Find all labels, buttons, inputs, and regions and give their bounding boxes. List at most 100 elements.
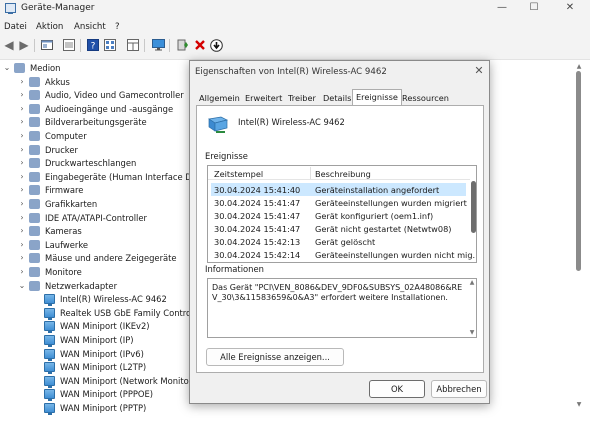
network-adapter-item[interactable]: WAN Miniport (PPPOE) bbox=[0, 388, 196, 402]
events-scrollbar[interactable] bbox=[470, 167, 476, 262]
scrollbar-thumb[interactable] bbox=[576, 71, 581, 271]
menu-ansicht[interactable]: Ansicht bbox=[74, 22, 106, 32]
tree-category-item[interactable]: › Druckwarteschlangen bbox=[0, 157, 196, 171]
tab-details[interactable]: Details bbox=[320, 91, 354, 105]
network-adapter-item[interactable]: Intel(R) Wireless-AC 9462 bbox=[0, 293, 196, 307]
info-scroll-up-icon[interactable]: ▲ bbox=[468, 279, 476, 286]
expand-chevron-icon[interactable]: › bbox=[18, 226, 26, 235]
expand-chevron-icon[interactable]: › bbox=[18, 267, 26, 276]
menu-help[interactable]: ? bbox=[115, 22, 120, 32]
tree-category-item[interactable]: › Monitore bbox=[0, 266, 196, 280]
tree-item-label: Bildverarbeitungsgeräte bbox=[45, 117, 147, 128]
events-table[interactable]: Zeitstempel Beschreibung 30.04.2024 15:4… bbox=[207, 165, 477, 263]
expand-chevron-icon[interactable]: › bbox=[18, 77, 26, 86]
tree-vertical-scrollbar[interactable]: ▲ ▼ bbox=[574, 63, 584, 409]
event-row[interactable]: 30.04.2024 15:42:14 Geräteeinstellungen w… bbox=[211, 248, 476, 261]
tab-treiber[interactable]: Treiber bbox=[285, 91, 319, 105]
event-row[interactable]: 30.04.2024 15:42:13 Gerät gelöscht bbox=[211, 235, 466, 248]
close-button[interactable]: ✕ bbox=[556, 1, 584, 15]
back-icon[interactable]: ◀ bbox=[2, 38, 16, 52]
forward-icon[interactable]: ▶ bbox=[17, 38, 31, 52]
device-category-icon bbox=[29, 226, 40, 237]
tree-category-item[interactable]: › Eingabegeräte (Human Interface Dev bbox=[0, 171, 202, 185]
table-icon[interactable] bbox=[126, 38, 140, 52]
help-icon[interactable]: ? bbox=[86, 38, 100, 52]
title-bar: Geräte-Manager — ☐ ✕ bbox=[0, 0, 590, 18]
tree-root-medion[interactable]: ⌄ Medion bbox=[0, 62, 196, 76]
expand-chevron-icon[interactable]: › bbox=[18, 213, 26, 222]
event-row[interactable]: 30.04.2024 15:41:47 Gerät nicht gestartet… bbox=[211, 222, 466, 235]
event-timestamp: 30.04.2024 15:41:47 bbox=[214, 224, 301, 234]
network-adapter-item[interactable]: WAN Miniport (IP) bbox=[0, 334, 196, 348]
network-adapter-icon bbox=[44, 348, 55, 361]
maximize-button[interactable]: ☐ bbox=[520, 1, 548, 15]
column-header-zeitstempel[interactable]: Zeitstempel bbox=[214, 169, 263, 179]
dialog-close-button[interactable]: ✕ bbox=[472, 64, 486, 78]
expand-chevron-icon[interactable]: › bbox=[18, 172, 26, 181]
network-adapter-item[interactable]: WAN Miniport (Network Monitor bbox=[0, 375, 196, 389]
tree-category-item[interactable]: › Laufwerke bbox=[0, 239, 196, 253]
view-list-icon[interactable] bbox=[103, 38, 117, 52]
tree-category-item[interactable]: › Bildverarbeitungsgeräte bbox=[0, 116, 196, 130]
expand-chevron-icon[interactable]: › bbox=[18, 240, 26, 249]
tree-category-item[interactable]: › Mäuse und andere Zeigegeräte bbox=[0, 252, 196, 266]
column-divider[interactable] bbox=[310, 167, 311, 179]
tree-category-item[interactable]: › Kameras bbox=[0, 225, 196, 239]
expand-chevron-icon[interactable]: › bbox=[18, 253, 26, 262]
monitor-icon[interactable] bbox=[151, 38, 165, 52]
column-header-beschreibung[interactable]: Beschreibung bbox=[315, 169, 371, 179]
show-all-events-button[interactable]: Alle Ereignisse anzeigen... bbox=[206, 348, 344, 366]
expand-chevron-icon[interactable]: › bbox=[18, 185, 26, 194]
tree-category-item[interactable]: › Audio, Video und Gamecontroller bbox=[0, 89, 196, 103]
device-category-icon bbox=[29, 144, 40, 155]
tree-category-item[interactable]: ⌄ Netzwerkadapter bbox=[0, 280, 196, 294]
tab-ressourcen[interactable]: Ressourcen bbox=[399, 91, 452, 105]
tab-allgemein[interactable]: Allgemein bbox=[196, 91, 243, 105]
tree-category-item[interactable]: › Grafikkarten bbox=[0, 198, 196, 212]
tree-category-item[interactable]: › Akkus bbox=[0, 76, 196, 90]
expand-chevron-icon[interactable]: › bbox=[18, 199, 26, 208]
event-row[interactable]: 30.04.2024 15:41:47 Gerät konfiguriert (o… bbox=[211, 209, 466, 222]
information-textbox[interactable]: Das Gerät "PCI\VEN_8086&DEV_9DF0&SUBSYS_… bbox=[207, 278, 477, 338]
tab-erweitert[interactable]: Erweitert bbox=[242, 91, 285, 105]
tab-ereignisse[interactable]: Ereignisse bbox=[352, 89, 402, 105]
minimize-button[interactable]: — bbox=[488, 1, 516, 15]
expand-chevron-icon[interactable]: › bbox=[18, 117, 26, 126]
expand-chevron-icon[interactable]: › bbox=[18, 104, 26, 113]
toolbar-separator bbox=[80, 39, 81, 52]
expand-chevron-icon[interactable]: › bbox=[18, 90, 26, 99]
events-scrollbar-thumb[interactable] bbox=[471, 181, 476, 233]
expand-chevron-icon[interactable]: › bbox=[18, 158, 26, 167]
update-driver-icon[interactable] bbox=[176, 38, 190, 52]
download-icon[interactable] bbox=[209, 38, 223, 52]
events-table-header: Zeitstempel Beschreibung bbox=[208, 166, 470, 180]
event-timestamp: 30.04.2024 15:41:47 bbox=[214, 198, 301, 208]
expand-chevron-icon[interactable]: › bbox=[18, 131, 26, 140]
menu-datei[interactable]: Datei bbox=[4, 22, 27, 32]
tree-category-item[interactable]: › Firmware bbox=[0, 184, 196, 198]
network-adapter-item[interactable]: WAN Miniport (L2TP) bbox=[0, 361, 196, 375]
tree-category-item[interactable]: › Drucker bbox=[0, 144, 196, 158]
view-icon[interactable] bbox=[62, 38, 76, 52]
menu-aktion[interactable]: Aktion bbox=[36, 22, 63, 32]
collapse-chevron-icon[interactable]: ⌄ bbox=[18, 281, 26, 290]
tree-item-label: Laufwerke bbox=[45, 239, 89, 250]
info-scroll-down-icon[interactable]: ▼ bbox=[468, 329, 476, 336]
network-adapter-item[interactable]: WAN Miniport (IPv6) bbox=[0, 348, 196, 362]
tree-category-item[interactable]: › Computer bbox=[0, 130, 196, 144]
event-row[interactable]: 30.04.2024 15:41:40 Geräteinstallation an… bbox=[211, 183, 466, 196]
scroll-down-icon[interactable]: ▼ bbox=[575, 401, 583, 408]
event-row[interactable]: 30.04.2024 15:41:47 Geräteeinstellungen w… bbox=[211, 196, 467, 209]
expand-chevron-icon[interactable]: › bbox=[18, 145, 26, 154]
cancel-button[interactable]: Abbrechen bbox=[431, 380, 487, 398]
scroll-up-icon[interactable]: ▲ bbox=[575, 63, 583, 70]
collapse-chevron-icon[interactable]: ⌄ bbox=[3, 63, 11, 72]
tree-category-item[interactable]: › IDE ATA/ATAPI-Controller bbox=[0, 212, 196, 226]
uninstall-icon[interactable] bbox=[193, 38, 207, 52]
properties-icon[interactable] bbox=[40, 38, 54, 52]
tree-horizontal-scrollbar[interactable] bbox=[0, 412, 574, 422]
tree-category-item[interactable]: › Audioeingänge und -ausgänge bbox=[0, 103, 196, 117]
network-adapter-item[interactable]: WAN Miniport (IKEv2) bbox=[0, 320, 196, 334]
network-adapter-item[interactable]: Realtek USB GbE Family Controlle bbox=[0, 307, 201, 321]
ok-button[interactable]: OK bbox=[369, 380, 425, 398]
